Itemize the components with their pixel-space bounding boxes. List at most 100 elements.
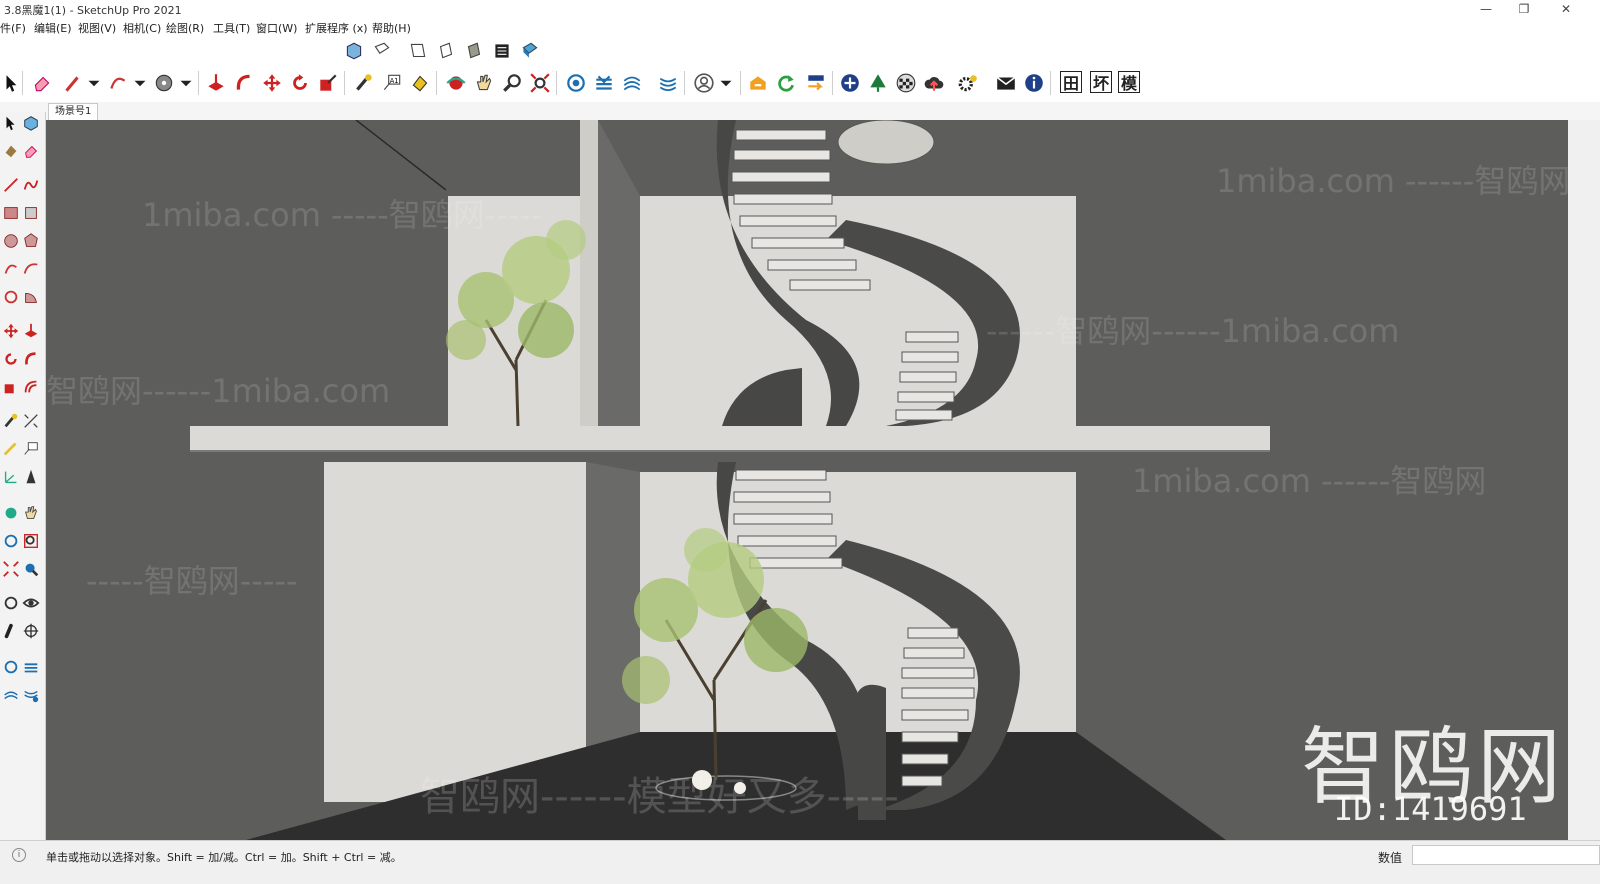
left-view-icon[interactable]: [490, 39, 514, 63]
rotate-icon[interactable]: [0, 348, 22, 370]
user-icon[interactable]: [692, 71, 716, 95]
component-icon[interactable]: [20, 112, 42, 134]
section-icon[interactable]: [564, 71, 588, 95]
warehouse-icon[interactable]: [746, 71, 770, 95]
mail-icon[interactable]: [994, 71, 1018, 95]
orbit-icon[interactable]: [444, 71, 468, 95]
orbit-icon[interactable]: [0, 502, 22, 524]
rotated-rectangle-icon[interactable]: [20, 202, 42, 224]
previous-view-icon[interactable]: [20, 558, 42, 580]
sandbox-icon[interactable]: [0, 656, 22, 678]
zoom-icon[interactable]: [0, 530, 22, 552]
select-icon[interactable]: [0, 71, 24, 95]
refresh-icon[interactable]: [774, 71, 798, 95]
pan-icon[interactable]: [20, 502, 42, 524]
circle-icon[interactable]: [0, 230, 22, 252]
3d-text-icon[interactable]: [20, 466, 42, 488]
back-view-icon[interactable]: [462, 39, 486, 63]
look-around-icon[interactable]: [20, 592, 42, 614]
zoom-icon[interactable]: [500, 71, 524, 95]
freehand-icon[interactable]: [20, 174, 42, 196]
push-pull-icon[interactable]: [20, 320, 42, 342]
pie-icon[interactable]: [20, 286, 42, 308]
paint-icon[interactable]: [408, 71, 432, 95]
plugin-button-3[interactable]: 模: [1118, 71, 1140, 93]
menu-edit[interactable]: 编辑(E): [34, 20, 72, 36]
move-icon[interactable]: [260, 71, 284, 95]
dimension-icon[interactable]: [20, 410, 42, 432]
move-icon[interactable]: [0, 320, 22, 342]
menu-tools[interactable]: 工具(T): [213, 20, 250, 36]
bottom-view-icon[interactable]: [518, 39, 542, 63]
protractor-icon[interactable]: [0, 438, 22, 460]
scale-icon[interactable]: [316, 71, 340, 95]
right-view-icon[interactable]: [434, 39, 458, 63]
tape-icon[interactable]: [352, 71, 376, 95]
menu-file[interactable]: 件(F): [0, 20, 26, 36]
minimize-button[interactable]: —: [1468, 0, 1504, 18]
drape-icon[interactable]: [20, 684, 42, 706]
zoom-window-icon[interactable]: [20, 530, 42, 552]
measurements-input[interactable]: [1412, 845, 1600, 865]
arc-icon[interactable]: [0, 258, 22, 280]
polygon-icon[interactable]: [20, 230, 42, 252]
section-plane-icon[interactable]: [20, 620, 42, 642]
zoom-extents-icon[interactable]: [0, 558, 22, 580]
follow-me-icon[interactable]: [232, 71, 256, 95]
add-icon[interactable]: [838, 71, 862, 95]
eraser-icon[interactable]: [20, 140, 42, 162]
position-camera-icon[interactable]: [0, 592, 22, 614]
three-point-arc-icon[interactable]: [0, 286, 22, 308]
restore-button[interactable]: ❐: [1506, 0, 1542, 18]
stamp-icon[interactable]: [0, 684, 22, 706]
top-view-icon[interactable]: [370, 39, 394, 63]
settings-icon[interactable]: [956, 71, 980, 95]
select-icon[interactable]: [0, 112, 22, 134]
rotate-icon[interactable]: [288, 71, 312, 95]
paint-icon[interactable]: [0, 140, 22, 162]
menu-help[interactable]: 帮助(H): [372, 20, 411, 36]
text-icon[interactable]: A1: [380, 71, 404, 95]
model-viewport[interactable]: 智鸥网------模型好又多----- 1miba.com -----智鸥网--…: [46, 120, 1568, 840]
plugin-button-2[interactable]: 坏: [1090, 71, 1112, 93]
tree-icon[interactable]: [866, 71, 890, 95]
walk-icon[interactable]: [0, 620, 22, 642]
info-icon[interactable]: i: [12, 848, 26, 862]
cloud-icon[interactable]: [922, 71, 946, 95]
circle-icon[interactable]: [152, 71, 176, 95]
tape-icon[interactable]: [0, 410, 22, 432]
dropdown-arrow-icon[interactable]: [82, 71, 106, 95]
follow-me-icon[interactable]: [20, 348, 42, 370]
close-button[interactable]: ✕: [1548, 0, 1584, 18]
push-pull-icon[interactable]: [204, 71, 228, 95]
menu-window[interactable]: 窗口(W): [256, 20, 297, 36]
pan-icon[interactable]: [472, 71, 496, 95]
layers-icon[interactable]: [592, 71, 616, 95]
scene-tab[interactable]: 场景号1: [48, 103, 99, 120]
zoom-extents-icon[interactable]: [528, 71, 552, 95]
menu-view[interactable]: 视图(V): [78, 20, 116, 36]
axes-icon[interactable]: [0, 466, 22, 488]
offset-icon[interactable]: [20, 376, 42, 398]
front-view-icon[interactable]: [406, 39, 430, 63]
dropdown-arrow-icon[interactable]: [128, 71, 152, 95]
dropdown-arrow-icon[interactable]: [714, 71, 738, 95]
right-panel-scrollbar[interactable]: [1568, 120, 1600, 840]
plugin-button-1[interactable]: 田: [1060, 71, 1082, 93]
layers-icon[interactable]: [20, 656, 42, 678]
sandbox-tools-icon[interactable]: [656, 71, 680, 95]
eraser-icon[interactable]: [30, 71, 54, 95]
checker-icon[interactable]: [894, 71, 918, 95]
pencil-icon[interactable]: [60, 71, 84, 95]
info-icon[interactable]: [1022, 71, 1046, 95]
menu-extensions[interactable]: 扩展程序 (x): [305, 20, 368, 36]
menu-draw[interactable]: 绘图(R): [166, 20, 204, 36]
line-icon[interactable]: [0, 174, 22, 196]
scale-icon[interactable]: [0, 376, 22, 398]
rectangle-icon[interactable]: [0, 202, 22, 224]
sandbox-icon[interactable]: [620, 71, 644, 95]
text-icon[interactable]: [20, 438, 42, 460]
iso-view-icon[interactable]: [342, 39, 366, 63]
arc-icon[interactable]: [106, 71, 130, 95]
menu-camera[interactable]: 相机(C): [123, 20, 161, 36]
